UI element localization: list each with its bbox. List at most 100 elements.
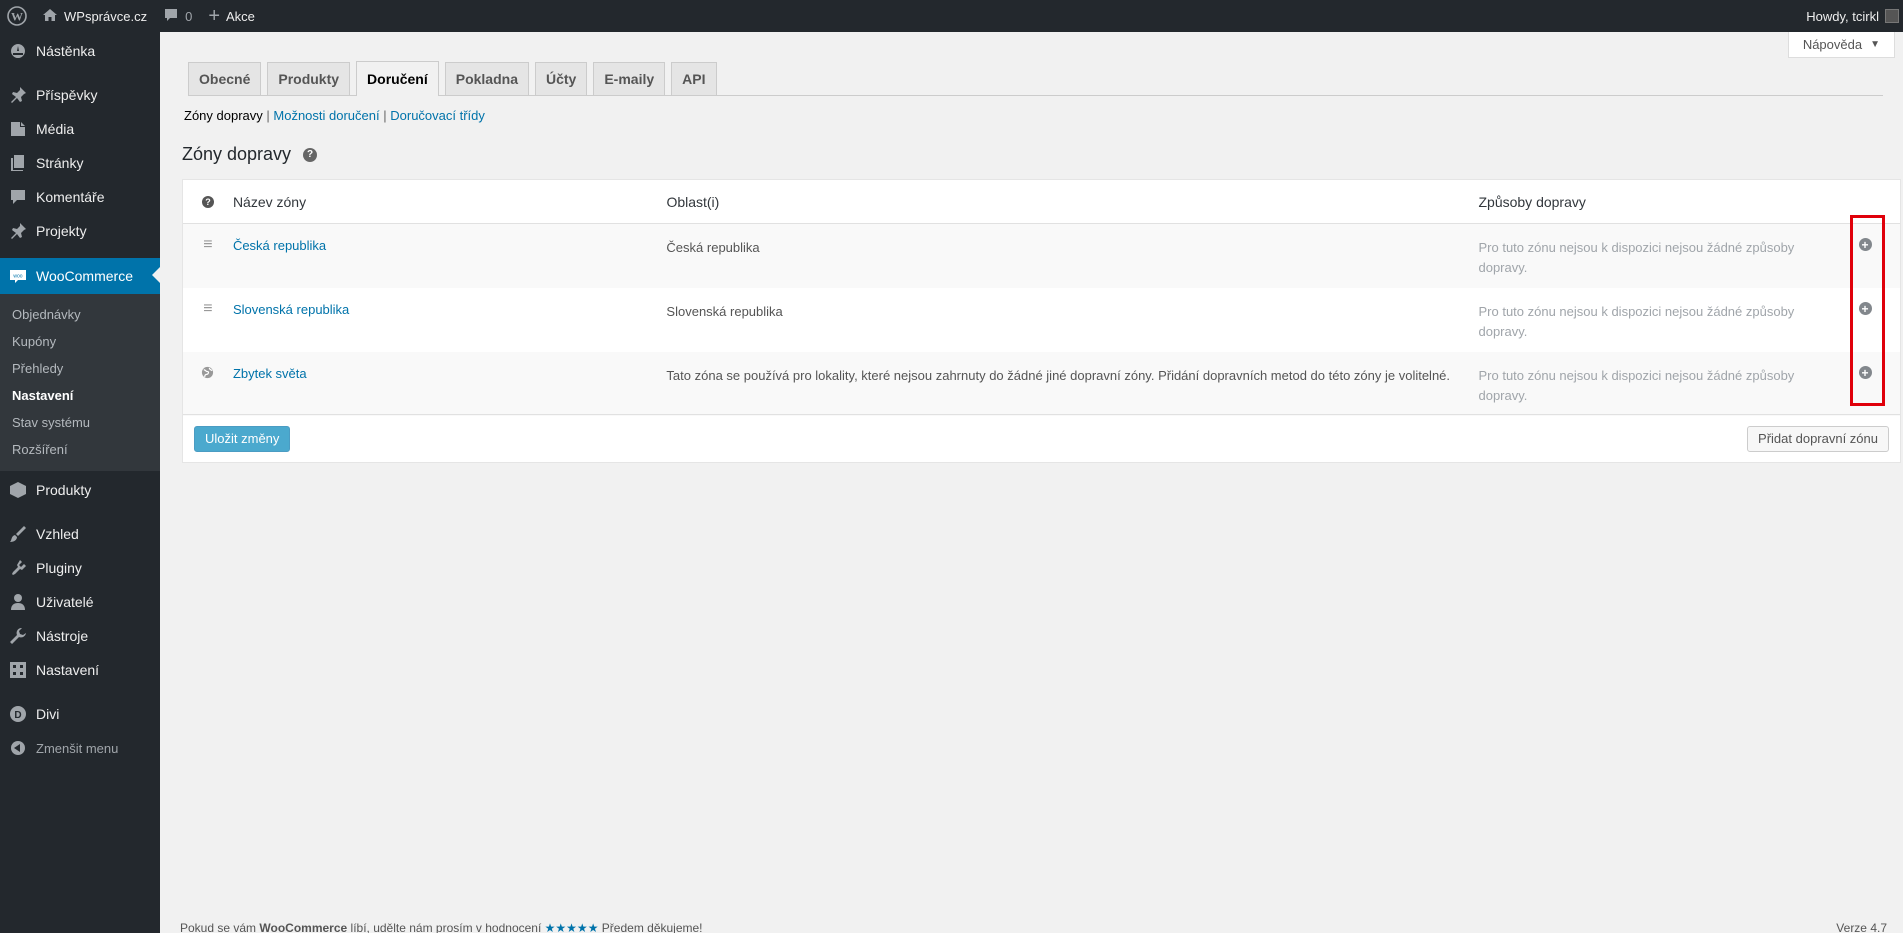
svg-text:D: D bbox=[14, 710, 21, 721]
tab-products[interactable]: Produkty bbox=[267, 62, 351, 95]
howdy-text: Howdy, tcirkl bbox=[1806, 8, 1879, 24]
menu-label: Média bbox=[36, 121, 75, 137]
shipping-zones-table: ? Název zóny Oblast(i) Způsoby dopravy ≡… bbox=[182, 179, 1901, 463]
menu-label: Pluginy bbox=[36, 560, 82, 576]
help-tab-button[interactable]: Nápověda ▼ bbox=[1787, 32, 1895, 58]
page-title: Zóny dopravy bbox=[182, 144, 292, 164]
highlight-box bbox=[1850, 215, 1885, 406]
menu-item-tools[interactable]: Nástroje bbox=[0, 619, 160, 653]
help-tip-icon[interactable]: ? bbox=[303, 147, 318, 162]
wrench-icon bbox=[8, 626, 28, 646]
menu-item-posts[interactable]: Příspěvky bbox=[0, 78, 160, 112]
admin-menu: Nástěnka Příspěvky Média Stránky Komentá… bbox=[0, 32, 160, 933]
woo-icon: woo bbox=[8, 266, 28, 286]
svg-text:woo: woo bbox=[13, 274, 22, 280]
table-header: ? Název zóny Oblast(i) Způsoby dopravy bbox=[183, 180, 1900, 224]
menu-item-dashboard[interactable]: Nástěnka bbox=[0, 34, 160, 68]
rating-stars-link[interactable]: ★★★★★ bbox=[545, 921, 599, 933]
footer-brand[interactable]: WooCommerce bbox=[259, 921, 347, 933]
zone-region: Česká republika bbox=[666, 240, 760, 255]
comments-icon bbox=[163, 7, 179, 26]
woocommerce-submenu: Objednávky Kupóny Přehledy Nastavení Sta… bbox=[0, 294, 160, 471]
submenu-item-orders[interactable]: Objednávky bbox=[0, 301, 160, 328]
tab-general[interactable]: Obecné bbox=[188, 62, 262, 95]
avatar bbox=[1885, 9, 1899, 23]
menu-label: Projekty bbox=[36, 223, 87, 239]
menu-item-appearance[interactable]: Vzhled bbox=[0, 517, 160, 551]
table-row: Zbytek světa Tato zóna se používá pro lo… bbox=[183, 352, 1900, 416]
menu-item-divi[interactable]: D Divi bbox=[0, 697, 160, 731]
footer-text: Pokud se vám WooCommerce líbí, udělte ná… bbox=[180, 921, 703, 933]
subnav-link-options[interactable]: Možnosti doručení bbox=[273, 108, 379, 123]
column-header-name: Název zóny bbox=[232, 193, 307, 210]
menu-label: WooCommerce bbox=[36, 268, 133, 284]
menu-label: Vzhled bbox=[36, 526, 79, 542]
menu-label: Divi bbox=[36, 706, 60, 722]
help-tip-icon[interactable]: ? bbox=[201, 195, 214, 208]
menu-label: Nástroje bbox=[36, 628, 89, 644]
zone-methods: Pro tuto zónu nejsou k dispozici nejsou … bbox=[1478, 368, 1795, 403]
tab-accounts[interactable]: Účty bbox=[534, 62, 588, 95]
table-footer: Uložit změny Přidat dopravní zónu bbox=[183, 414, 1900, 462]
zone-region: Tato zóna se používá pro lokality, které… bbox=[666, 368, 1451, 383]
drag-handle-icon[interactable]: ≡ bbox=[203, 301, 212, 352]
zone-methods: Pro tuto zónu nejsou k dispozici nejsou … bbox=[1478, 240, 1795, 275]
menu-item-comments[interactable]: Komentáře bbox=[0, 180, 160, 214]
plus-icon: + bbox=[208, 5, 220, 27]
menu-item-woocommerce[interactable]: woo WooCommerce bbox=[0, 258, 160, 294]
site-name-link[interactable]: WPsprávce.cz bbox=[34, 0, 155, 32]
submenu-item-coupons[interactable]: Kupóny bbox=[0, 328, 160, 355]
new-content-link[interactable]: + Akce bbox=[200, 0, 263, 32]
globe-icon bbox=[201, 366, 214, 416]
divi-icon: D bbox=[8, 704, 28, 724]
chevron-down-icon: ▼ bbox=[1870, 39, 1880, 50]
column-header-methods: Způsoby dopravy bbox=[1478, 193, 1586, 210]
save-changes-button[interactable]: Uložit změny bbox=[194, 425, 291, 452]
table-row: ≡ Česká republika Česká republika Pro tu… bbox=[183, 224, 1900, 288]
tab-shipping[interactable]: Doručení bbox=[356, 61, 439, 96]
pin-icon bbox=[8, 221, 28, 241]
pages-icon bbox=[8, 153, 28, 173]
submenu-item-reports[interactable]: Přehledy bbox=[0, 355, 160, 382]
tab-emails[interactable]: E-maily bbox=[593, 62, 666, 95]
collapse-menu-button[interactable]: Zmenšit menu bbox=[0, 731, 160, 765]
home-icon bbox=[42, 7, 58, 26]
submenu-item-settings[interactable]: Nastavení bbox=[0, 382, 160, 409]
comments-count: 0 bbox=[185, 8, 193, 24]
menu-label: Stránky bbox=[36, 155, 84, 171]
menu-item-settings[interactable]: Nastavení bbox=[0, 653, 160, 687]
zone-name-link[interactable]: Zbytek světa bbox=[233, 366, 307, 381]
brush-icon bbox=[8, 524, 28, 544]
footer-text-post: Předem děkujeme! bbox=[601, 921, 703, 933]
add-zone-button[interactable]: Přidat dopravní zónu bbox=[1747, 425, 1889, 452]
menu-label: Zmenšit menu bbox=[36, 740, 119, 756]
menu-label: Nástěnka bbox=[36, 43, 96, 59]
menu-item-pages[interactable]: Stránky bbox=[0, 146, 160, 180]
my-account-link[interactable]: Howdy, tcirkl bbox=[1798, 0, 1903, 32]
menu-item-products[interactable]: Produkty bbox=[0, 473, 160, 507]
settings-icon bbox=[8, 660, 28, 680]
zone-name-link[interactable]: Česká republika bbox=[233, 238, 326, 253]
wordpress-logo-icon[interactable]: W bbox=[0, 0, 34, 32]
menu-item-users[interactable]: Uživatelé bbox=[0, 585, 160, 619]
submenu-item-extensions[interactable]: Rozšíření bbox=[0, 436, 160, 463]
subnav-link-classes[interactable]: Doručovací třídy bbox=[390, 108, 485, 123]
main-content: Nápověda ▼ Obecné Produkty Doručení Pokl… bbox=[160, 32, 1903, 933]
menu-item-media[interactable]: Média bbox=[0, 112, 160, 146]
tab-checkout[interactable]: Pokladna bbox=[444, 62, 529, 95]
drag-handle-icon[interactable]: ≡ bbox=[203, 237, 212, 288]
shipping-subnav: Zóny dopravy | Možnosti doručení | Doruč… bbox=[184, 108, 485, 123]
submenu-item-status[interactable]: Stav systému bbox=[0, 409, 160, 436]
menu-item-plugins[interactable]: Pluginy bbox=[0, 551, 160, 585]
menu-label: Příspěvky bbox=[36, 87, 98, 103]
column-header-region: Oblast(i) bbox=[666, 193, 720, 210]
media-icon bbox=[8, 119, 28, 139]
menu-label: Komentáře bbox=[36, 189, 105, 205]
zone-name-link[interactable]: Slovenská republika bbox=[233, 302, 349, 317]
comments-icon bbox=[8, 187, 28, 207]
plugin-icon bbox=[8, 558, 28, 578]
comments-link[interactable]: 0 bbox=[155, 0, 200, 32]
menu-item-projects[interactable]: Projekty bbox=[0, 214, 160, 248]
zone-methods: Pro tuto zónu nejsou k dispozici nejsou … bbox=[1478, 304, 1795, 339]
tab-api[interactable]: API bbox=[671, 62, 717, 95]
